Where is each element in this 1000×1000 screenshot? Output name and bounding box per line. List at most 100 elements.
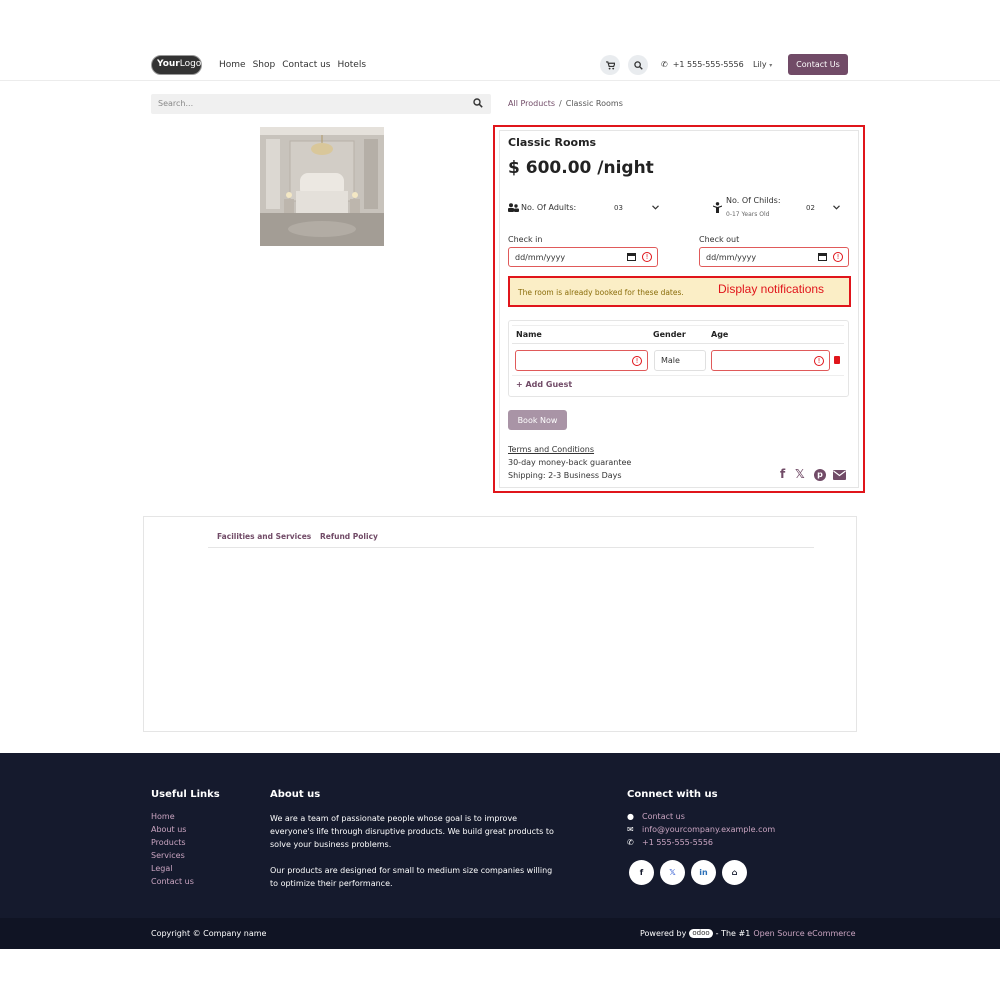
footer-link-legal[interactable]: Legal	[151, 864, 172, 873]
pinterest-icon[interactable]: p	[814, 469, 826, 481]
childs-label: No. Of Childs:	[726, 196, 781, 205]
add-guest-link[interactable]: + Add Guest	[516, 380, 572, 389]
adults-select[interactable]: 03	[614, 204, 623, 212]
header-phone[interactable]: ✆ +1 555-555-5556	[661, 60, 744, 69]
warning-icon: !	[814, 356, 824, 366]
nav-hotels[interactable]: Hotels	[338, 60, 367, 70]
search-icon[interactable]	[473, 98, 483, 108]
email-icon[interactable]	[833, 470, 846, 480]
footer-email-link[interactable]: ✉ info@yourcompany.example.com	[627, 825, 775, 834]
logo-text-your: Your	[157, 59, 180, 69]
footer-phone-link[interactable]: ✆ +1 555-555-5556	[627, 838, 713, 847]
nav-shop[interactable]: Shop	[253, 60, 276, 70]
checkout-placeholder: dd/mm/yyyy	[706, 253, 757, 262]
x-icon[interactable]: 𝕏	[660, 860, 685, 885]
booking-card	[499, 130, 859, 488]
warning-icon: !	[833, 252, 843, 262]
header-phone-number: +1 555-555-5556	[672, 60, 744, 69]
checkout-label: Check out	[699, 235, 740, 244]
terms-link[interactable]: Terms and Conditions	[508, 445, 594, 454]
powered-tagline: - The #1	[715, 929, 751, 938]
checkout-date-input[interactable]: dd/mm/yyyy !	[699, 247, 849, 267]
tab-facilities[interactable]: Facilities and Services	[217, 532, 311, 541]
phone-icon: ✆	[661, 60, 668, 69]
cart-icon	[605, 60, 615, 70]
nav-contact-us[interactable]: Contact us	[282, 60, 330, 70]
facebook-icon[interactable]: f	[629, 860, 654, 885]
search-button[interactable]	[628, 55, 648, 75]
users-icon	[508, 203, 519, 212]
child-icon	[713, 202, 722, 213]
footer-about-text-1: We are a team of passionate people whose…	[270, 814, 554, 849]
book-now-button[interactable]: Book Now	[508, 410, 567, 430]
footer-contact-text: Contact us	[642, 812, 685, 821]
phone-icon: ✆	[627, 838, 634, 847]
checkin-placeholder: dd/mm/yyyy	[515, 253, 566, 262]
footer-contact-link[interactable]: ● Contact us	[627, 812, 685, 821]
guest-gender-value: Male	[661, 356, 680, 365]
nav-home[interactable]: Home	[219, 60, 246, 70]
booking-alert: The room is already booked for these dat…	[508, 276, 851, 307]
childs-select[interactable]: 02	[806, 204, 815, 212]
contact-us-button[interactable]: Contact Us	[788, 54, 848, 75]
home-icon[interactable]: ⌂	[722, 860, 747, 885]
copyright-text: Copyright © Company name	[151, 929, 267, 938]
facebook-icon[interactable]: f	[780, 467, 785, 481]
envelope-icon: ✉	[627, 825, 634, 834]
breadcrumb-separator: /	[559, 99, 562, 108]
search-input[interactable]: Search...	[158, 99, 193, 108]
guest-name-header: Name	[516, 330, 542, 339]
footer-link-products[interactable]: Products	[151, 838, 186, 847]
linkedin-icon[interactable]: in	[691, 860, 716, 885]
calendar-icon[interactable]	[627, 253, 636, 261]
user-menu[interactable]: Lily ▾	[753, 60, 772, 69]
trash-icon[interactable]	[834, 356, 840, 364]
footer-link-home[interactable]: Home	[151, 812, 175, 821]
footer-link-contact[interactable]: Contact us	[151, 877, 194, 886]
x-icon[interactable]: 𝕏	[795, 467, 805, 481]
ecommerce-link[interactable]: Open Source eCommerce	[753, 929, 855, 938]
product-image[interactable]	[260, 127, 384, 246]
footer-connect-title: Connect with us	[627, 789, 718, 800]
breadcrumb: All Products / Classic Rooms	[508, 99, 623, 108]
product-title: Classic Rooms	[508, 136, 597, 149]
footer-phone-text: +1 555-555-5556	[642, 838, 714, 847]
tab-divider	[208, 547, 814, 548]
childs-age-hint: 0-17 Years Old	[726, 211, 770, 218]
guarantee-text: 30-day money-back guarantee	[508, 458, 632, 467]
odoo-logo[interactable]: odoo	[689, 929, 713, 938]
tab-refund-policy[interactable]: Refund Policy	[320, 532, 378, 541]
footer-about-title: About us	[270, 789, 321, 800]
checkin-label: Check in	[508, 235, 543, 244]
main-nav: Home Shop Contact us Hotels	[219, 60, 366, 70]
chevron-down-icon[interactable]	[833, 205, 840, 210]
guest-gender-header: Gender	[653, 330, 686, 339]
logo-text-logo: Logo	[179, 59, 202, 69]
warning-icon: !	[632, 356, 642, 366]
shipping-text: Shipping: 2-3 Business Days	[508, 471, 622, 480]
cart-button[interactable]	[600, 55, 620, 75]
caret-down-icon: ▾	[769, 62, 773, 69]
breadcrumb-current: Classic Rooms	[565, 99, 623, 108]
footer-link-services[interactable]: Services	[151, 851, 185, 860]
powered-by-text: Powered by	[640, 929, 687, 938]
logo[interactable]: YourLogo	[151, 55, 202, 75]
guest-header-divider	[512, 343, 844, 344]
top-navbar	[0, 0, 1000, 81]
guest-age-input[interactable]: !	[711, 350, 830, 371]
powered-by: Powered by odoo - The #1 Open Source eCo…	[640, 929, 856, 938]
bedroom-image	[260, 127, 384, 246]
product-search[interactable]: Search...	[151, 94, 491, 114]
footer-link-about[interactable]: About us	[151, 825, 186, 834]
breadcrumb-all-products[interactable]: All Products	[508, 99, 555, 108]
warning-icon: !	[642, 252, 652, 262]
search-icon	[633, 60, 643, 70]
checkin-date-input[interactable]: dd/mm/yyyy !	[508, 247, 658, 267]
adults-label: No. Of Adults:	[521, 203, 577, 212]
guest-name-input[interactable]: !	[515, 350, 648, 371]
alert-message: The room is already booked for these dat…	[518, 288, 684, 297]
guest-gender-select[interactable]: Male	[654, 350, 706, 371]
chevron-down-icon[interactable]	[652, 205, 659, 210]
footer-about-text-2: Our products are designed for small to m…	[270, 866, 553, 888]
calendar-icon[interactable]	[818, 253, 827, 261]
